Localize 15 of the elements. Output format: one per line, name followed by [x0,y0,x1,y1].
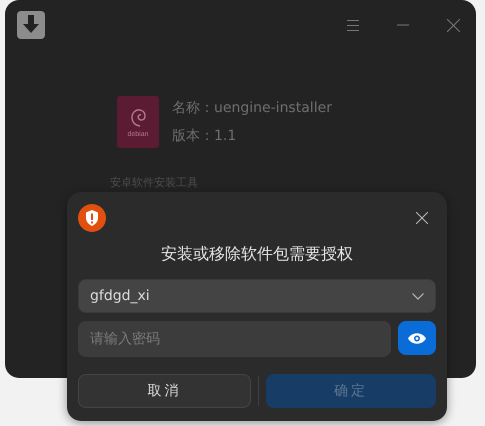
package-version: 版本：1.1 [172,127,238,145]
shield-icon [78,204,106,232]
chevron-down-icon [412,292,424,300]
close-icon[interactable] [447,18,460,32]
dialog-title: 安装或移除软件包需要授权 [160,244,354,265]
eye-icon [408,332,426,344]
package-name: 名称：uengine-installer [172,99,332,117]
password-field[interactable]: 请输入密码 [78,321,391,357]
cancel-button[interactable]: 取消 [78,374,250,408]
show-password-button[interactable] [398,321,436,355]
download-icon[interactable] [17,11,45,39]
menu-icon[interactable] [347,20,359,30]
close-icon[interactable] [416,212,428,224]
user-dropdown[interactable]: gfdgd_xi [78,279,436,313]
minimize-icon[interactable] [397,24,409,26]
